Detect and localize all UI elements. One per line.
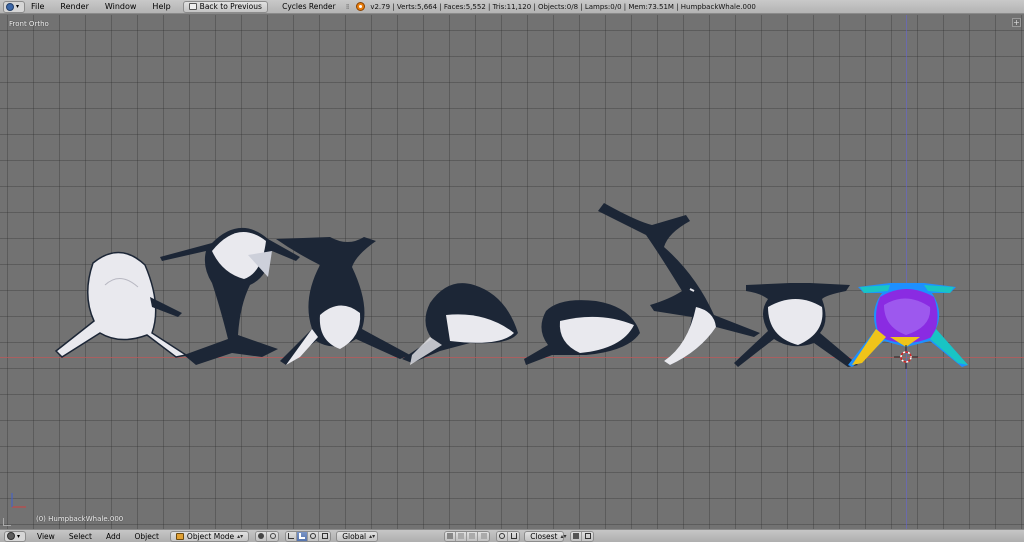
layer-buttons bbox=[444, 530, 491, 542]
snap-target-label: Closest bbox=[530, 531, 558, 541]
scene-stats: v2.79 | Verts:5,664 | Faces:5,552 | Tris… bbox=[370, 2, 756, 11]
menu-render[interactable]: Render bbox=[52, 0, 96, 14]
menu-view[interactable]: View bbox=[30, 530, 62, 542]
layer-3-icon[interactable] bbox=[467, 531, 479, 541]
axis-gizmo-icon bbox=[11, 493, 26, 508]
menu-add[interactable]: Add bbox=[99, 530, 128, 542]
3d-cursor-icon[interactable] bbox=[894, 345, 918, 369]
snap-target-select[interactable]: Closest ▴▾ bbox=[524, 530, 567, 542]
chevron-down-icon: ▴▾ bbox=[369, 532, 376, 540]
translate-manipulator-icon[interactable] bbox=[297, 531, 309, 541]
manipulator-toggle-icon[interactable] bbox=[286, 531, 298, 541]
info-editor-type-icon[interactable]: ▾ bbox=[3, 0, 25, 13]
menu-help[interactable]: Help bbox=[144, 0, 178, 14]
rotate-manipulator-icon[interactable] bbox=[308, 531, 320, 541]
render-tools bbox=[570, 530, 595, 542]
view3d-editor-type-icon[interactable]: ▾ bbox=[4, 530, 26, 542]
manipulator-tools bbox=[285, 530, 332, 542]
back-to-previous-icon bbox=[188, 3, 197, 10]
whale-model-2[interactable] bbox=[160, 227, 300, 365]
back-to-previous-label: Back to Previous bbox=[199, 2, 262, 11]
whale-scene bbox=[11, 203, 968, 508]
magnet-snap-icon[interactable] bbox=[508, 531, 520, 541]
info-header: ▾ File Render Window Help Back to Previo… bbox=[0, 0, 1024, 14]
render-engine-label: Cycles Render bbox=[282, 2, 336, 11]
whale-model-5[interactable] bbox=[524, 300, 640, 365]
camera-render-icon[interactable] bbox=[571, 531, 583, 541]
layer-2-icon[interactable] bbox=[456, 531, 468, 541]
menu-file[interactable]: File bbox=[25, 0, 52, 14]
active-object-label: (0) HumpbackWhale.000 bbox=[36, 515, 124, 523]
interaction-mode-label: Object Mode bbox=[186, 531, 235, 541]
3d-view-header: ▾ View Select Add Object Object Mode ▴▾ … bbox=[0, 529, 1024, 542]
proportional-edit-icon[interactable] bbox=[497, 531, 509, 541]
shading-tools bbox=[255, 530, 280, 542]
transform-orientation-label: Global bbox=[342, 531, 367, 541]
area-corner-handle-icon[interactable] bbox=[3, 518, 11, 526]
back-to-previous-button[interactable]: Back to Previous bbox=[182, 0, 268, 13]
whale-model-8-selected[interactable] bbox=[848, 283, 968, 367]
snap-tools bbox=[496, 530, 521, 542]
scale-manipulator-icon[interactable] bbox=[319, 531, 331, 541]
object-mode-icon bbox=[175, 532, 184, 540]
chevron-down-icon: ▴▾ bbox=[237, 532, 244, 540]
render-engine-select[interactable]: Cycles Render bbox=[278, 1, 340, 13]
whale-model-4[interactable] bbox=[402, 283, 518, 365]
menu-object[interactable]: Object bbox=[127, 530, 165, 542]
transform-orientation-select[interactable]: Global ▴▾ bbox=[336, 530, 379, 542]
interaction-mode-select[interactable]: Object Mode ▴▾ bbox=[169, 530, 250, 542]
layer-4-icon[interactable] bbox=[478, 531, 490, 541]
chevron-down-icon: ▴▾ bbox=[560, 532, 567, 540]
3d-viewport[interactable]: Front Ortho + (0) HumpbackWhale.000 bbox=[0, 15, 1024, 529]
menu-select[interactable]: Select bbox=[62, 530, 99, 542]
viewport-shading-icon[interactable] bbox=[256, 531, 268, 541]
whale-model-7[interactable] bbox=[734, 283, 858, 367]
whale-model-1[interactable] bbox=[54, 251, 188, 358]
menu-window[interactable]: Window bbox=[97, 0, 145, 14]
layer-1-icon[interactable] bbox=[445, 531, 457, 541]
separator-dots: ⁞⁞ bbox=[345, 2, 350, 11]
clapper-render-icon[interactable] bbox=[582, 531, 594, 541]
blender-logo-icon bbox=[356, 2, 366, 11]
pivot-point-icon[interactable] bbox=[267, 531, 279, 541]
